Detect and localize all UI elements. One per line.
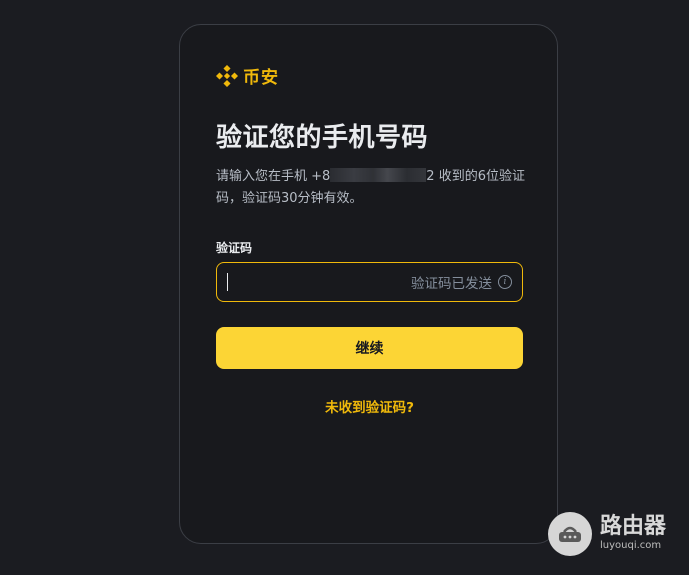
code-label: 验证码 (216, 241, 253, 255)
info-icon[interactable]: i (498, 275, 512, 289)
router-icon (559, 526, 581, 542)
text-caret (227, 273, 228, 291)
verification-description: 请输入您在手机 +8 2 收到的6位验证码，验证码30分钟有效。 (216, 166, 526, 210)
page-title: 验证您的手机号码 (216, 123, 429, 153)
watermark-text: 路由器 luyouqi.com (600, 515, 666, 553)
brand-logo: 币安 (216, 63, 279, 88)
watermark-sub: luyouqi.com (600, 540, 662, 551)
verification-card: 币安 验证您的手机号码 请输入您在手机 +8 2 收到的6位验证码，验证码30分钟… (179, 24, 558, 544)
masked-phone-number (330, 168, 427, 182)
continue-button[interactable]: 继续 (216, 327, 523, 369)
router-logo-icon (548, 512, 592, 556)
watermark: 路由器 luyouqi.com (548, 512, 666, 556)
resend-code-link[interactable]: 未收到验证码? (180, 396, 559, 416)
description-prefix: 请输入您在手机 +8 (216, 169, 331, 184)
code-sent-hint: 验证码已发送 (411, 276, 492, 292)
brand-name: 币安 (243, 68, 279, 88)
verification-code-input[interactable] (230, 273, 411, 291)
code-input-wrapper[interactable]: 验证码已发送 i (216, 262, 523, 302)
watermark-main: 路由器 (600, 514, 667, 539)
binance-logo-icon (216, 64, 238, 87)
